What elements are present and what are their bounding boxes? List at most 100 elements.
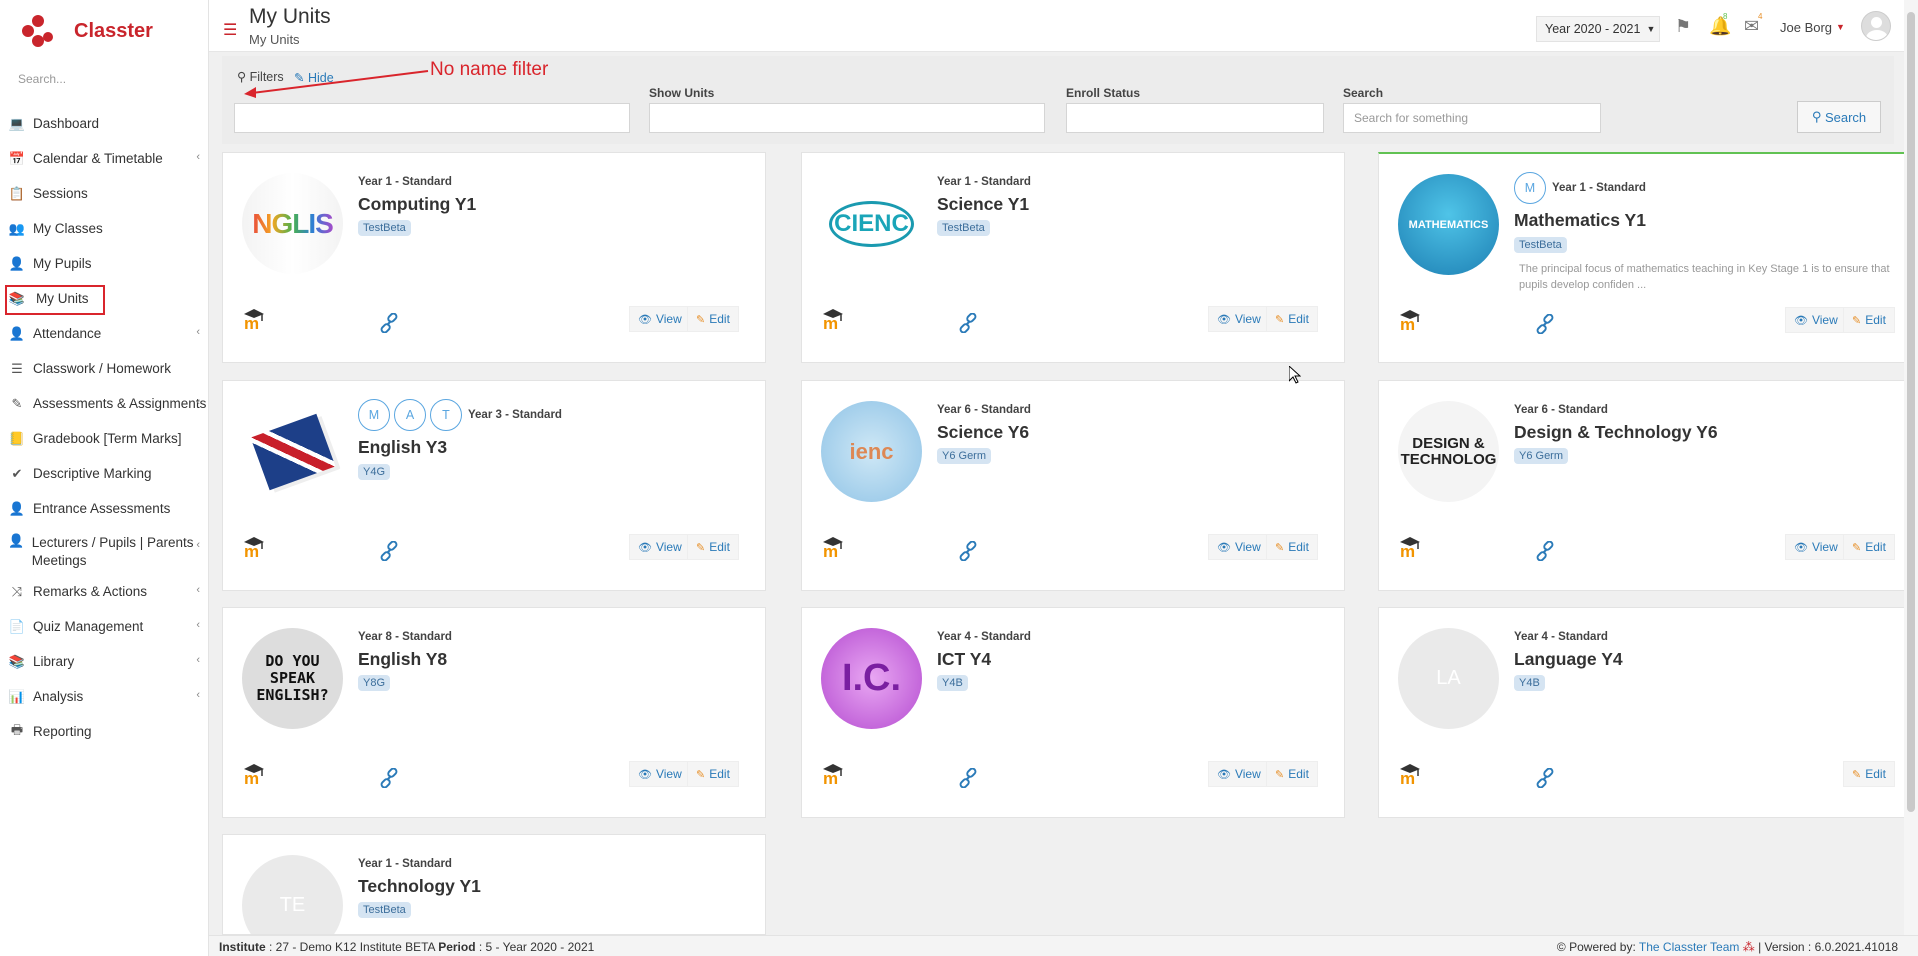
unit-thumbnail[interactable]: TE bbox=[242, 855, 343, 934]
envelope-icon[interactable]: ✉ 4 bbox=[1744, 12, 1762, 37]
unit-thumbnail[interactable]: DO YOU SPEAK ENGLISH? bbox=[242, 628, 343, 729]
search-input[interactable]: Search for something bbox=[1343, 103, 1601, 133]
edit-button[interactable]: ✎ Edit bbox=[687, 534, 739, 560]
show-units-select[interactable] bbox=[649, 103, 1045, 133]
sidebar-item-quiz-management[interactable]: 📄 Quiz Management ‹ bbox=[0, 609, 208, 644]
view-button[interactable]: 👁 View bbox=[1785, 307, 1847, 333]
unit-thumbnail[interactable]: LA bbox=[1398, 628, 1499, 729]
unit-thumbnail[interactable]: ienc bbox=[821, 401, 922, 502]
badge-circle[interactable]: M bbox=[358, 399, 390, 431]
edit-button[interactable]: ✎ Edit bbox=[1266, 306, 1318, 332]
view-button[interactable]: 👁 View bbox=[629, 534, 691, 560]
name-filter-input[interactable] bbox=[234, 103, 630, 133]
bell-icon[interactable]: 🔔 8 bbox=[1709, 12, 1731, 37]
sidebar-item-assessments-assignments[interactable]: ✎ Assessments & Assignments ‹ bbox=[0, 386, 208, 421]
unit-title[interactable]: Technology Y1 bbox=[358, 876, 481, 897]
unit-thumbnail[interactable]: MATHEMATICS bbox=[1398, 174, 1499, 275]
link-icon[interactable] bbox=[1535, 314, 1555, 334]
unit-title[interactable]: Language Y4 bbox=[1514, 649, 1623, 670]
moodle-icon[interactable]: m bbox=[242, 308, 268, 330]
user-name[interactable]: Joe Borg bbox=[1780, 20, 1832, 35]
view-button[interactable]: 👁 View bbox=[629, 761, 691, 787]
year-select-value: Year 2020 - 2021 bbox=[1545, 22, 1641, 36]
edit-button[interactable]: ✎ Edit bbox=[687, 306, 739, 332]
sidebar-item-my-pupils[interactable]: 👤 My Pupils bbox=[0, 246, 208, 281]
sidebar-item-remarks-actions[interactable]: ⤨ Remarks & Actions ‹ bbox=[0, 574, 208, 609]
unit-thumbnail[interactable]: CIENC bbox=[821, 173, 922, 274]
sidebar-item-classwork-homework[interactable]: ☰ Classwork / Homework bbox=[0, 351, 208, 386]
moodle-icon[interactable]: m bbox=[1398, 309, 1424, 331]
unit-title[interactable]: English Y3 bbox=[358, 437, 447, 458]
edit-button[interactable]: ✎ Edit bbox=[1843, 761, 1895, 787]
view-button[interactable]: 👁 View bbox=[1208, 761, 1270, 787]
link-icon[interactable] bbox=[379, 541, 399, 561]
sidebar-item-attendance[interactable]: 👤 Attendance ‹ bbox=[0, 316, 208, 351]
unit-title[interactable]: ICT Y4 bbox=[937, 649, 991, 670]
unit-title[interactable]: Science Y6 bbox=[937, 422, 1029, 443]
unit-level: Year 1 - Standard bbox=[358, 858, 452, 870]
user-menu-caret-icon[interactable]: ▼ bbox=[1836, 22, 1845, 32]
flag-icon[interactable]: ⚑ bbox=[1675, 16, 1691, 37]
logo[interactable]: Classter bbox=[0, 0, 208, 62]
year-select[interactable]: Year 2020 - 2021 ▼ bbox=[1536, 16, 1660, 42]
unit-title[interactable]: Science Y1 bbox=[937, 194, 1029, 215]
sidebar-item-my-classes[interactable]: 👥 My Classes bbox=[0, 211, 208, 246]
footer-info: Institute : 27 - Demo K12 Institute BETA… bbox=[219, 940, 595, 954]
view-button[interactable]: 👁 View bbox=[1208, 534, 1270, 560]
sidebar-item-reporting[interactable]: 🖶 Reporting bbox=[0, 714, 208, 749]
edit-button[interactable]: ✎ Edit bbox=[1843, 307, 1895, 333]
moodle-icon[interactable]: m bbox=[242, 763, 268, 785]
unit-thumbnail[interactable]: NGLIS bbox=[242, 173, 343, 274]
moodle-icon[interactable]: m bbox=[242, 536, 268, 558]
edit-button[interactable]: ✎ Edit bbox=[1266, 534, 1318, 560]
moodle-icon[interactable]: m bbox=[821, 536, 847, 558]
unit-title[interactable]: Computing Y1 bbox=[358, 194, 476, 215]
edit-button[interactable]: ✎ Edit bbox=[1266, 761, 1318, 787]
moodle-icon[interactable]: m bbox=[1398, 763, 1424, 785]
link-icon[interactable] bbox=[958, 541, 978, 561]
classter-team-link[interactable]: The Classter Team bbox=[1639, 940, 1739, 954]
sidebar-item-entrance-assessments[interactable]: 👤 Entrance Assessments bbox=[0, 491, 208, 526]
unit-title[interactable]: Design & Technology Y6 bbox=[1514, 422, 1718, 443]
sidebar-item-sessions[interactable]: 📋 Sessions bbox=[0, 176, 208, 211]
link-icon[interactable] bbox=[1535, 541, 1555, 561]
edit-button[interactable]: ✎ Edit bbox=[687, 761, 739, 787]
link-icon[interactable] bbox=[958, 313, 978, 333]
link-icon[interactable] bbox=[958, 768, 978, 788]
sidebar-item-my-units[interactable]: 📚 My Units bbox=[0, 281, 208, 316]
unit-tag: Y8G bbox=[358, 675, 391, 691]
unit-level: Year 1 - Standard bbox=[358, 176, 452, 188]
badge-circle[interactable]: A bbox=[394, 399, 426, 431]
link-icon[interactable] bbox=[379, 768, 399, 788]
sidebar-item-calendar-timetable[interactable]: 📅 Calendar & Timetable ‹ bbox=[0, 141, 208, 176]
link-icon[interactable] bbox=[1535, 768, 1555, 788]
sidebar-item-gradebook-term-marks[interactable]: 📒 Gradebook [Term Marks] bbox=[0, 421, 208, 456]
view-button[interactable]: 👁 View bbox=[629, 306, 691, 332]
link-icon[interactable] bbox=[379, 313, 399, 333]
unit-thumbnail[interactable]: I.C. bbox=[821, 628, 922, 729]
badge-circle[interactable]: M bbox=[1514, 172, 1546, 204]
unit-thumbnail[interactable]: DESIGN & TECHNOLOG bbox=[1398, 401, 1499, 502]
enroll-status-select[interactable] bbox=[1066, 103, 1324, 133]
scrollbar-thumb[interactable] bbox=[1907, 12, 1915, 812]
moodle-icon[interactable]: m bbox=[1398, 536, 1424, 558]
view-button[interactable]: 👁 View bbox=[1785, 534, 1847, 560]
moodle-icon[interactable]: m bbox=[821, 308, 847, 330]
sidebar-search-input[interactable]: Search... bbox=[18, 72, 192, 92]
sidebar-item-analysis[interactable]: 📊 Analysis ‹ bbox=[0, 679, 208, 714]
moodle-icon[interactable]: m bbox=[821, 763, 847, 785]
unit-title[interactable]: English Y8 bbox=[358, 649, 447, 670]
view-button[interactable]: 👁 View bbox=[1208, 306, 1270, 332]
sidebar-item-label: Remarks & Actions bbox=[33, 584, 148, 599]
sidebar-item-lecturers-pupils-parents-meetings[interactable]: 👤 Lecturers / Pupils | Parents Meetings ‹ bbox=[0, 526, 208, 574]
unit-title[interactable]: Mathematics Y1 bbox=[1514, 210, 1646, 231]
sidebar-item-descriptive-marking[interactable]: ✔ Descriptive Marking bbox=[0, 456, 208, 491]
sidebar-item-library[interactable]: 📚 Library ‹ bbox=[0, 644, 208, 679]
avatar[interactable] bbox=[1861, 11, 1891, 41]
badge-circle[interactable]: T bbox=[430, 399, 462, 431]
sidebar-item-dashboard[interactable]: 💻 Dashboard bbox=[0, 106, 208, 141]
unit-thumbnail[interactable] bbox=[242, 401, 343, 502]
search-button[interactable]: ⚲ Search bbox=[1797, 101, 1881, 133]
menu-toggle-icon[interactable]: ☰ bbox=[223, 20, 237, 40]
edit-button[interactable]: ✎ Edit bbox=[1843, 534, 1895, 560]
